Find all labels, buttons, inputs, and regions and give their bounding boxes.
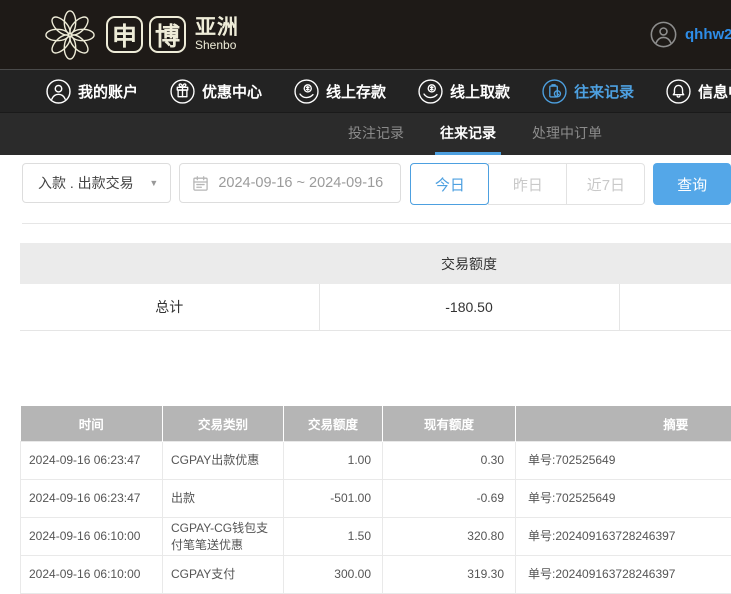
summary-total-row: 总计 -180.50 <box>20 284 731 330</box>
cell-type: CGPAY-CG钱包支付笔笔送优惠 <box>163 518 284 556</box>
cell-balance: 0.30 <box>383 442 516 480</box>
cell-time: 2024-09-16 06:23:47 <box>21 442 163 480</box>
cell-memo: 单号:702525649 <box>516 480 731 518</box>
nav-item-transaction-records[interactable]: 往来记录 <box>542 79 634 104</box>
summary-table: 交易额度 总计 -180.50 <box>20 243 731 331</box>
filter-row: 入款 . 出款交易 ▼ 2024-09-16 ~ 2024-09-16 今日 昨… <box>0 155 731 205</box>
calendar-icon <box>192 175 209 192</box>
logo-char-bo: 博 <box>149 16 186 53</box>
col-header-memo: 摘要 <box>516 406 731 442</box>
avatar-icon <box>650 21 677 48</box>
cell-type: CGPAY支付 <box>163 556 284 594</box>
summary-header-amount: 交易额度 <box>319 243 619 284</box>
transaction-type-select[interactable]: 入款 . 出款交易 ▼ <box>22 163 171 203</box>
tab-pending-orders[interactable]: 处理中订单 <box>527 113 607 155</box>
cell-memo: 单号:202409163728246397 <box>516 518 731 556</box>
cell-amount: 1.50 <box>284 518 383 556</box>
section-divider <box>22 223 731 224</box>
tab-betting-records[interactable]: 投注记录 <box>343 113 409 155</box>
chevron-down-icon: ▼ <box>149 178 158 188</box>
nav-label: 线上取款 <box>450 81 510 102</box>
sub-tab-bar: 投注记录 往来记录 处理中订单 <box>0 112 731 155</box>
records-icon <box>542 79 567 104</box>
summary-total-value: -180.50 <box>319 284 619 330</box>
nav-label: 线上存款 <box>326 81 386 102</box>
top-header: 申 博 亚洲 Shenbo qhhw2 <box>0 0 731 69</box>
cell-time: 2024-09-16 06:10:00 <box>21 518 163 556</box>
col-header-time: 时间 <box>21 406 163 442</box>
cell-amount: 300.00 <box>284 556 383 594</box>
cell-balance: -0.69 <box>383 480 516 518</box>
summary-header-row: 交易额度 <box>20 243 731 284</box>
date-range-input[interactable]: 2024-09-16 ~ 2024-09-16 <box>179 163 401 203</box>
nav-label: 我的账户 <box>78 81 138 102</box>
cell-amount: 1.00 <box>284 442 383 480</box>
nav-item-my-account[interactable]: 我的账户 <box>46 79 138 104</box>
gift-icon <box>170 79 195 104</box>
query-button[interactable]: 查询 <box>653 163 731 205</box>
deposit-icon <box>294 79 319 104</box>
bell-icon <box>666 79 691 104</box>
tab-transaction-records[interactable]: 往来记录 <box>435 113 501 155</box>
cell-amount: -501.00 <box>284 480 383 518</box>
nav-item-message-center[interactable]: 信息中心 <box>666 79 731 104</box>
cell-time: 2024-09-16 06:23:47 <box>21 480 163 518</box>
transaction-type-value: 入款 . 出款交易 <box>38 173 134 193</box>
col-header-balance: 现有额度 <box>383 406 516 442</box>
withdraw-icon <box>418 79 443 104</box>
table-header-row: 时间 交易类别 交易额度 现有额度 摘要 <box>21 406 731 442</box>
quick-date-button-group: 今日 昨日 近7日 <box>410 163 645 205</box>
today-button[interactable]: 今日 <box>410 163 489 205</box>
col-header-type: 交易类别 <box>163 406 284 442</box>
summary-total-label: 总计 <box>20 284 319 330</box>
logo-subtitle-text: Shenbo <box>195 39 239 52</box>
user-account[interactable]: qhhw2 <box>650 0 731 69</box>
cell-memo: 单号:702525649 <box>516 442 731 480</box>
table-row: 2024-09-16 06:23:47 出款 -501.00 -0.69 单号:… <box>21 480 731 518</box>
table-row: 2024-09-16 06:10:00 CGPAY-CG钱包支付笔笔送优惠 1.… <box>21 518 731 556</box>
main-nav: 我的账户 优惠中心 线上存款 线上取款 <box>0 69 731 112</box>
date-range-value: 2024-09-16 ~ 2024-09-16 <box>218 175 383 191</box>
brand-logo[interactable]: 申 博 亚洲 Shenbo <box>42 7 239 63</box>
table-row: 2024-09-16 06:10:00 CGPAY支付 300.00 319.3… <box>21 556 731 594</box>
logo-region-text: 亚洲 <box>195 17 239 39</box>
cell-balance: 319.30 <box>383 556 516 594</box>
cell-memo: 单号:202409163728246397 <box>516 556 731 594</box>
summary-header-empty <box>619 243 731 284</box>
table-row: 2024-09-16 06:23:47 CGPAY出款优惠 1.00 0.30 … <box>21 442 731 480</box>
last7days-button[interactable]: 近7日 <box>566 163 645 205</box>
cell-type: CGPAY出款优惠 <box>163 442 284 480</box>
transactions-table: 时间 交易类别 交易额度 现有额度 摘要 2024-09-16 06:23:47… <box>20 406 731 594</box>
nav-label: 信息中心 <box>698 81 731 102</box>
cell-balance: 320.80 <box>383 518 516 556</box>
nav-label: 优惠中心 <box>202 81 262 102</box>
user-icon <box>46 79 71 104</box>
col-header-amount: 交易额度 <box>284 406 383 442</box>
cell-type: 出款 <box>163 480 284 518</box>
nav-item-promotions[interactable]: 优惠中心 <box>170 79 262 104</box>
nav-item-deposit[interactable]: 线上存款 <box>294 79 386 104</box>
nav-item-withdraw[interactable]: 线上取款 <box>418 79 510 104</box>
yesterday-button[interactable]: 昨日 <box>488 163 567 205</box>
nav-label: 往来记录 <box>574 81 634 102</box>
flower-logo-icon <box>42 7 98 63</box>
summary-header-empty <box>20 243 319 284</box>
username-text: qhhw2 <box>685 26 731 43</box>
cell-time: 2024-09-16 06:10:00 <box>21 556 163 594</box>
summary-empty-cell <box>619 284 731 330</box>
logo-char-shen: 申 <box>106 16 143 53</box>
